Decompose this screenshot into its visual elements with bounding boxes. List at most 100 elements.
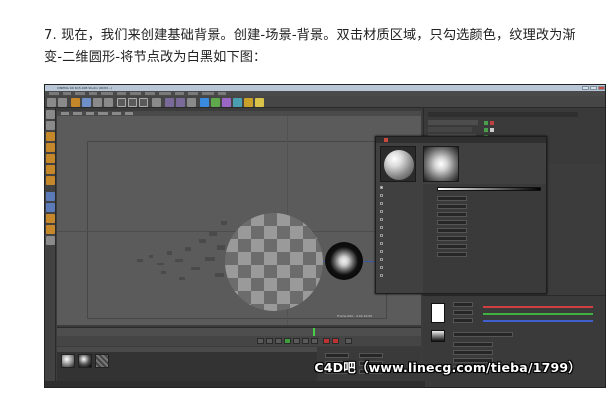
menu-item[interactable] [130, 92, 141, 95]
generators-icon[interactable] [211, 98, 220, 107]
channel-item[interactable] [380, 257, 420, 262]
menu-item[interactable] [159, 92, 171, 95]
coordinate-system-icon[interactable] [152, 98, 161, 107]
gradient-field[interactable] [437, 220, 467, 225]
menu-item[interactable] [49, 92, 59, 95]
menu-item[interactable] [75, 92, 85, 95]
object-row[interactable] [428, 127, 472, 132]
menu-item[interactable] [188, 92, 198, 95]
viewport-menu-item[interactable] [98, 112, 108, 115]
environment-icon[interactable] [233, 98, 242, 107]
gradient-sphere-object[interactable] [325, 242, 363, 280]
menu-item[interactable] [117, 92, 126, 95]
next-frame-button[interactable] [293, 338, 300, 344]
red-channel-slider[interactable] [483, 306, 593, 308]
gradient-field[interactable] [437, 212, 467, 217]
sculpt-icon[interactable] [46, 225, 55, 234]
menu-item[interactable] [175, 92, 184, 95]
gradient-field[interactable] [437, 204, 467, 209]
z-axis-icon[interactable] [139, 98, 148, 107]
keyframe-selection-button[interactable] [345, 338, 352, 344]
enable-axis-icon[interactable] [46, 192, 55, 201]
play-button[interactable] [284, 338, 291, 344]
texture-mode-icon[interactable] [46, 132, 55, 141]
move-icon[interactable] [82, 98, 91, 107]
prev-frame-button[interactable] [275, 338, 282, 344]
attr-field[interactable] [453, 342, 493, 347]
material-editor-titlebar[interactable] [376, 137, 546, 143]
make-editable-icon[interactable] [46, 110, 55, 119]
channel-item[interactable] [380, 241, 420, 246]
gradient-field[interactable] [437, 196, 467, 201]
material-editor-dialog[interactable] [375, 136, 547, 294]
attr-field[interactable] [453, 310, 473, 315]
menu-item[interactable] [202, 92, 214, 95]
attr-field[interactable] [453, 350, 493, 355]
close-dialog-icon[interactable] [384, 138, 388, 142]
lock-workplane-icon[interactable] [46, 236, 55, 245]
polygons-mode-icon[interactable] [46, 176, 55, 185]
gradient-field[interactable] [437, 244, 467, 249]
cube-icon[interactable] [200, 98, 209, 107]
menu-item[interactable] [63, 92, 71, 95]
tweak-icon[interactable] [46, 203, 55, 212]
viewport-menu-item[interactable] [73, 112, 82, 115]
texture-field[interactable] [453, 332, 513, 337]
channel-item[interactable] [380, 233, 420, 238]
texture-preview[interactable] [431, 330, 445, 342]
timeline-ruler[interactable] [57, 327, 421, 337]
channel-color[interactable] [380, 185, 420, 190]
edges-mode-icon[interactable] [46, 165, 55, 174]
material-thumbnail[interactable] [95, 354, 109, 368]
menu-item[interactable] [218, 92, 226, 95]
menu-item[interactable] [145, 92, 155, 95]
object-visible-icon[interactable] [484, 121, 488, 125]
record-button[interactable] [323, 338, 330, 344]
rotate-icon[interactable] [104, 98, 113, 107]
object-row[interactable] [428, 120, 478, 125]
channel-item[interactable] [380, 193, 420, 198]
viewport-menu-item[interactable] [112, 112, 121, 115]
deformers-icon[interactable] [222, 98, 231, 107]
viewport-menu-item[interactable] [61, 112, 69, 115]
gradient-field[interactable] [437, 252, 467, 257]
prev-key-button[interactable] [266, 338, 273, 344]
model-mode-icon[interactable] [46, 121, 55, 130]
live-selection-icon[interactable] [71, 98, 80, 107]
channel-item[interactable] [380, 209, 420, 214]
goto-start-button[interactable] [257, 338, 264, 344]
gradient-field[interactable] [437, 236, 467, 241]
green-channel-slider[interactable] [483, 313, 593, 315]
minimize-button[interactable] [582, 86, 589, 90]
y-axis-icon[interactable] [128, 98, 137, 107]
material-tag-icon[interactable] [490, 128, 494, 132]
gradient-field[interactable] [437, 228, 467, 233]
x-axis-icon[interactable] [117, 98, 126, 107]
goto-end-button[interactable] [311, 338, 318, 344]
checkered-disc-object[interactable] [225, 213, 323, 311]
menu-item[interactable] [89, 92, 97, 95]
close-button[interactable] [598, 86, 605, 90]
menu-item[interactable] [101, 92, 113, 95]
channel-item[interactable] [380, 273, 420, 278]
light-icon[interactable] [255, 98, 264, 107]
channel-item[interactable] [380, 265, 420, 270]
channel-item[interactable] [380, 201, 420, 206]
snap-icon[interactable] [46, 214, 55, 223]
render-settings-icon[interactable] [187, 98, 196, 107]
attr-field[interactable] [453, 318, 473, 323]
scale-icon[interactable] [93, 98, 102, 107]
viewport-menu-item[interactable] [125, 112, 133, 115]
object-visible-icon[interactable] [484, 128, 488, 132]
redo-icon[interactable] [58, 98, 67, 107]
perspective-viewport[interactable]: Frame 000 : 4.00 10.00 [57, 111, 421, 325]
color-swatch[interactable] [431, 303, 445, 323]
channel-item[interactable] [380, 225, 420, 230]
maximize-button[interactable] [590, 86, 597, 90]
blue-channel-slider[interactable] [483, 320, 593, 322]
material-thumbnail[interactable] [61, 354, 75, 368]
material-thumbnail[interactable] [78, 354, 92, 368]
render-view-icon[interactable] [165, 98, 174, 107]
camera-icon[interactable] [244, 98, 253, 107]
render-picture-viewer-icon[interactable] [176, 98, 185, 107]
